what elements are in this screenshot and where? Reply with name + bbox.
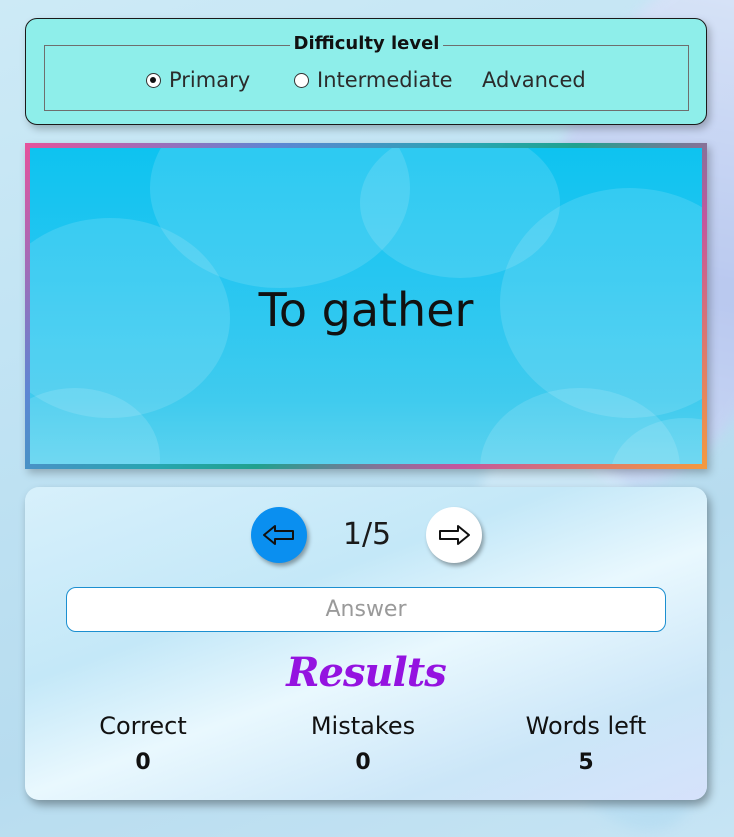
- flash-card-word: To gather: [258, 283, 474, 337]
- right-arrow-icon: [439, 525, 470, 545]
- primary-label: Primary: [169, 68, 251, 92]
- words-left-label: Words left: [525, 712, 647, 740]
- difficulty-fieldset: Difficulty level Primary Intermediate Ad…: [44, 33, 689, 111]
- words-left-value: 5: [578, 750, 594, 775]
- difficulty-legend: Difficulty level: [289, 33, 444, 54]
- next-button[interactable]: [426, 507, 482, 563]
- left-arrow-icon: [263, 525, 294, 545]
- flash-card-frame: To gather: [25, 143, 707, 469]
- difficulty-option-intermediate[interactable]: Intermediate: [294, 68, 453, 92]
- correct-label: Correct: [99, 712, 187, 740]
- answer-input[interactable]: [66, 587, 666, 632]
- difficulty-option-primary[interactable]: Primary: [146, 68, 250, 92]
- difficulty-panel: Difficulty level Primary Intermediate Ad…: [25, 18, 707, 125]
- stat-mistakes: Mistakes 0: [301, 712, 425, 775]
- difficulty-option-advanced[interactable]: Advanced: [482, 68, 586, 92]
- stat-correct: Correct 0: [83, 712, 203, 775]
- results-title: Results: [286, 649, 446, 696]
- flash-card: To gather: [30, 148, 702, 464]
- previous-button[interactable]: [251, 507, 307, 563]
- mistakes-label: Mistakes: [310, 712, 416, 740]
- intermediate-label: Intermediate: [317, 68, 453, 92]
- advanced-label: Advanced: [482, 68, 586, 92]
- stat-words-left: Words left 5: [511, 712, 661, 775]
- intermediate-radio[interactable]: [294, 72, 309, 88]
- card-counter: 1/5: [342, 517, 392, 552]
- mistakes-value: 0: [355, 750, 371, 775]
- primary-radio[interactable]: [146, 72, 161, 88]
- correct-value: 0: [135, 750, 151, 775]
- control-panel: 1/5 Results Correct 0 Mistakes 0 Words l…: [25, 487, 707, 800]
